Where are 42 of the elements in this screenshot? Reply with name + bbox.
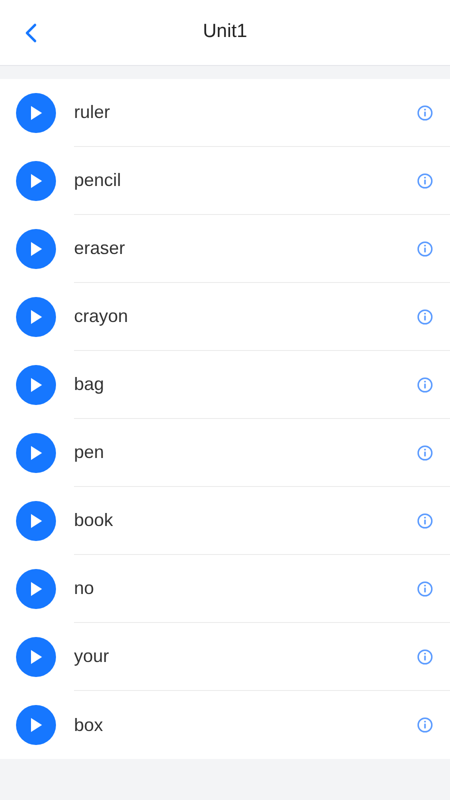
word-label: ruler (74, 101, 112, 124)
info-icon[interactable] (417, 717, 433, 733)
word-label: bag (74, 373, 106, 396)
play-button[interactable] (16, 229, 56, 269)
play-button[interactable] (16, 637, 56, 677)
play-button[interactable] (16, 297, 56, 337)
word-label: eraser (74, 237, 126, 260)
play-icon (29, 445, 43, 461)
play-icon (29, 309, 43, 325)
play-icon (29, 513, 43, 529)
info-icon[interactable] (417, 376, 433, 392)
play-icon (29, 649, 43, 665)
info-icon[interactable] (417, 240, 433, 256)
word-label: book (74, 509, 114, 532)
info-icon[interactable] (417, 172, 433, 188)
info-icon[interactable] (417, 580, 433, 596)
play-icon (29, 377, 43, 393)
play-button[interactable] (16, 705, 56, 745)
word-label: box (74, 714, 104, 736)
word-label: no (74, 577, 96, 600)
page-title: Unit1 (202, 20, 248, 44)
play-button[interactable] (16, 433, 56, 473)
play-button[interactable] (16, 569, 56, 609)
play-button[interactable] (16, 161, 56, 201)
info-icon[interactable] (417, 308, 433, 324)
play-button[interactable] (16, 501, 56, 541)
info-icon[interactable] (417, 648, 433, 664)
word-label: pen (74, 441, 106, 464)
play-icon (29, 241, 43, 257)
play-icon (29, 105, 43, 121)
play-icon (29, 173, 43, 189)
play-button[interactable] (16, 93, 56, 133)
play-button[interactable] (16, 365, 56, 405)
word-label: crayon (74, 305, 130, 328)
info-icon[interactable] (417, 104, 433, 120)
word-label: pencil (74, 169, 122, 192)
word-label: your (74, 645, 110, 668)
info-icon[interactable] (417, 444, 433, 460)
play-icon (29, 581, 43, 597)
play-icon (29, 717, 43, 733)
info-icon[interactable] (417, 512, 433, 528)
back-icon (24, 22, 38, 44)
